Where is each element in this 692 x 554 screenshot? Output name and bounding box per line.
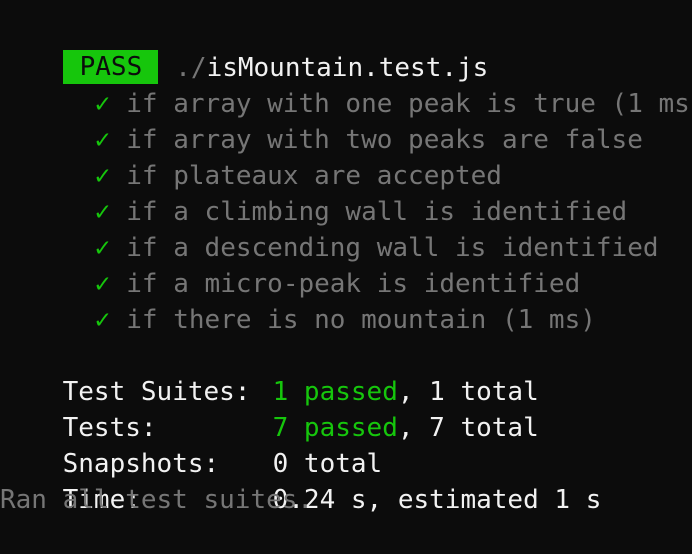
test-result-row: ✓ if array with two peaks are false: [0, 86, 692, 155]
test-result-row: ✓ if a micro-peak is identified: [0, 230, 692, 299]
result-header: PASS ./isMountain.test.js: [0, 14, 692, 84]
check-icon: ✓: [94, 305, 111, 335]
test-result-row: ✓ if a descending wall is identified: [0, 194, 692, 263]
footer-message: Ran all test suites.: [0, 485, 314, 515]
test-result-row: ✓ if a climbing wall is identified: [0, 158, 692, 227]
test-name: if there is no mountain (1 ms): [126, 305, 596, 335]
summary-snapshots: Snapshots: 0 total: [0, 410, 692, 479]
summary-suites: Test Suites: 1 passed, 1 total: [0, 338, 692, 407]
test-result-row: ✓ if plateaux are accepted: [0, 122, 692, 191]
summary-tests: Tests: 7 passed, 7 total: [0, 374, 692, 443]
terminal-output: PASS ./isMountain.test.js ✓ if array with …: [0, 14, 692, 518]
test-result-row: ✓ if there is no mountain (1 ms): [0, 266, 692, 335]
test-result-row: ✓ if array with one peak is true (1 ms): [0, 50, 692, 119]
summary-time: Time: 0.24 s, estimated 1 s: [0, 446, 692, 515]
